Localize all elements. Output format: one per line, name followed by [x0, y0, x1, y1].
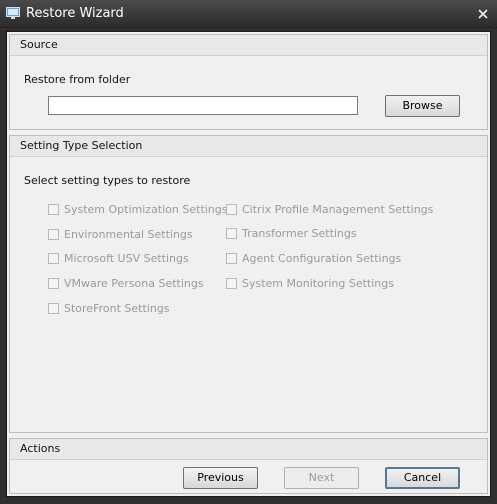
checkbox-box — [48, 277, 59, 289]
wizard-body: Source Restore from folder Browse Settin… — [6, 31, 491, 497]
checkbox-label: System Optimization Settings — [64, 202, 228, 216]
checkbox-label: Citrix Profile Management Settings — [242, 202, 434, 216]
close-icon — [478, 9, 488, 19]
checkbox-box — [226, 252, 237, 264]
checkbox-label: System Monitoring Settings — [242, 276, 394, 290]
checkbox-transformer[interactable]: Transformer Settings — [226, 226, 357, 240]
checkbox-agent-configuration[interactable]: Agent Configuration Settings — [226, 251, 401, 265]
checkbox-label: Environmental Settings — [64, 227, 193, 241]
previous-button[interactable]: Previous — [183, 467, 258, 489]
restore-wizard-window: Restore Wizard Source Restore from folde… — [0, 0, 497, 504]
checkbox-microsoft-usv[interactable]: Microsoft USV Settings — [48, 251, 189, 265]
checkbox-box — [48, 252, 59, 264]
checkbox-box — [226, 227, 237, 239]
checkbox-label: StoreFront Settings — [64, 301, 170, 315]
checkbox-vmware-persona[interactable]: VMware Persona Settings — [48, 276, 204, 290]
checkbox-label: Microsoft USV Settings — [64, 251, 189, 265]
checkbox-box — [226, 277, 237, 289]
checkbox-label: Transformer Settings — [242, 226, 357, 240]
checkbox-system-monitoring[interactable]: System Monitoring Settings — [226, 276, 394, 290]
close-button[interactable] — [475, 6, 491, 22]
source-header: Source — [10, 35, 487, 56]
source-group: Source Restore from folder Browse — [9, 34, 488, 130]
folder-path-input[interactable] — [48, 96, 358, 115]
checkbox-citrix-profile-management[interactable]: Citrix Profile Management Settings — [226, 202, 433, 216]
cancel-button[interactable]: Cancel — [385, 467, 460, 489]
title-bar: Restore Wizard — [0, 0, 497, 28]
window-title: Restore Wizard — [26, 6, 124, 21]
checkbox-box — [48, 203, 59, 215]
app-icon — [6, 7, 20, 19]
next-button[interactable]: Next — [284, 467, 359, 489]
checkbox-box — [48, 228, 59, 240]
checkbox-label: VMware Persona Settings — [64, 276, 204, 290]
setting-type-group: Setting Type Selection Select setting ty… — [9, 135, 488, 433]
setting-type-header: Setting Type Selection — [10, 136, 487, 157]
checkbox-environmental[interactable]: Environmental Settings — [48, 227, 193, 241]
actions-header: Actions — [10, 439, 487, 460]
checkbox-label: Agent Configuration Settings — [242, 251, 402, 265]
checkbox-system-optimization[interactable]: System Optimization Settings — [48, 202, 228, 216]
restore-from-folder-label: Restore from folder — [24, 73, 131, 86]
checkbox-box — [226, 203, 237, 215]
actions-group: Actions Previous Next Cancel — [9, 438, 488, 494]
select-setting-types-label: Select setting types to restore — [24, 174, 191, 187]
checkbox-storefront[interactable]: StoreFront Settings — [48, 301, 170, 315]
browse-button[interactable]: Browse — [385, 95, 460, 117]
checkbox-box — [48, 302, 59, 314]
